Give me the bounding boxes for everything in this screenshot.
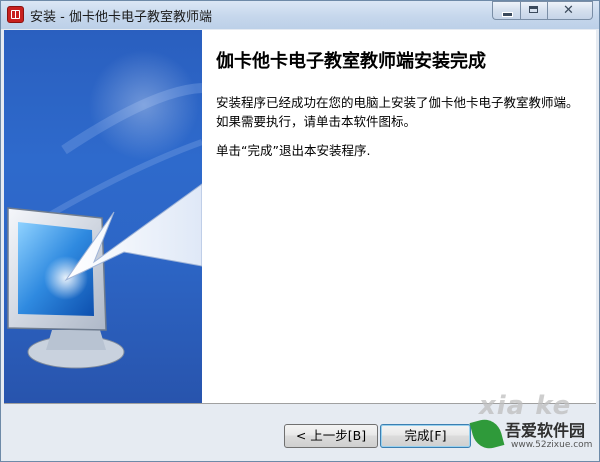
exit-instruction: 单击“完成”退出本安装程序. [216,143,371,158]
minimize-icon [502,12,513,17]
site-watermark: xia ke 吾爱软件园 www.52zixue.com [469,391,599,461]
close-icon: ✕ [563,3,574,18]
title-bar[interactable]: 安装 - 伽卡他卡电子教室教师端 ✕ [1,1,599,29]
minimize-button[interactable] [492,1,520,20]
watermark-url: www.52zixue.com [511,440,593,450]
wizard-content: 伽卡他卡电子教室教师端安装完成 安装程序已经成功在您的电脑上安装了伽卡他卡电子教… [4,30,596,404]
window-title: 安装 - 伽卡他卡电子教室教师端 [30,10,212,25]
installer-window: 安装 - 伽卡他卡电子教室教师端 ✕ 伽卡他卡电子教室教师端安装完成 安装程序已… [0,0,600,462]
back-button[interactable]: < 上一步[B] [284,424,378,448]
monitor-illustration [7,50,202,369]
close-button[interactable]: ✕ [547,1,593,20]
watermark-site-name: 吾爱软件园 [505,421,586,440]
page-title: 伽卡他卡电子教室教师端安装完成 [216,51,486,72]
window-controls: ✕ [492,1,593,21]
finish-button[interactable]: 完成[F] [380,424,471,448]
wizard-banner [4,30,202,403]
completion-description: 安装程序已经成功在您的电脑上安装了伽卡他卡电子教室教师端。如果需要执行，请单击本… [216,95,579,129]
app-icon [7,6,24,23]
leaf-logo-icon [469,415,505,453]
maximize-button[interactable] [520,1,547,20]
maximize-icon [529,6,538,13]
